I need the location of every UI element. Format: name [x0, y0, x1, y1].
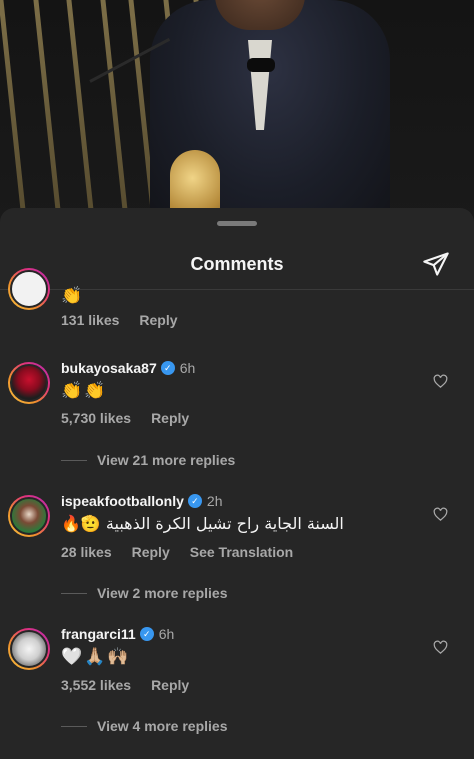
- view-replies-label: View 21 more replies: [97, 452, 236, 468]
- view-replies-button[interactable]: View 4 more replies: [61, 718, 227, 734]
- view-replies-label: View 4 more replies: [97, 718, 228, 734]
- username[interactable]: bukayosaka87: [61, 360, 157, 376]
- reply-button[interactable]: Reply: [151, 677, 189, 693]
- reply-button[interactable]: Reply: [139, 312, 177, 328]
- replies-divider: [61, 725, 87, 727]
- verified-badge-icon: ✓: [139, 627, 154, 641]
- sheet-grabber[interactable]: [217, 221, 257, 226]
- heart-outline-icon[interactable]: [433, 507, 448, 522]
- verified-badge-icon: ✓: [160, 361, 175, 375]
- avatar[interactable]: [8, 362, 50, 404]
- paper-plane-icon[interactable]: [422, 250, 450, 278]
- background-photo: [0, 0, 474, 230]
- comment-text: السنة الجاية راح تشيل الكرة الذهبية 🫡🔥: [61, 514, 344, 533]
- avatar[interactable]: [8, 268, 50, 310]
- comment-text: 🤍🙏🏼🙌🏼: [61, 647, 131, 667]
- reply-button[interactable]: Reply: [132, 544, 170, 560]
- likes-count[interactable]: 5,730 likes: [61, 410, 131, 426]
- replies-divider: [61, 592, 87, 594]
- avatar[interactable]: [8, 628, 50, 670]
- replies-divider: [61, 459, 87, 461]
- view-replies-label: View 2 more replies: [97, 585, 228, 601]
- likes-count[interactable]: 28 likes: [61, 544, 112, 560]
- timestamp: 6h: [158, 626, 175, 642]
- comments-sheet: Comments 👏 131 likes Reply bukayosaka87 …: [0, 208, 474, 759]
- comment-text: 👏👏: [61, 381, 108, 401]
- likes-count[interactable]: 3,552 likes: [61, 677, 131, 693]
- sheet-title: Comments: [190, 254, 284, 274]
- likes-count[interactable]: 131 likes: [61, 312, 119, 328]
- username[interactable]: frangarci11: [61, 626, 136, 642]
- view-replies-button[interactable]: View 2 more replies: [61, 585, 227, 601]
- verified-badge-icon: ✓: [187, 494, 202, 508]
- username[interactable]: ispeakfootballonly: [61, 493, 184, 509]
- heart-outline-icon[interactable]: [433, 374, 448, 389]
- see-translation-button[interactable]: See Translation: [190, 544, 293, 560]
- heart-outline-icon[interactable]: [433, 640, 448, 655]
- timestamp: 2h: [206, 493, 223, 509]
- reply-button[interactable]: Reply: [151, 410, 189, 426]
- avatar[interactable]: [8, 495, 50, 537]
- timestamp: 6h: [179, 360, 196, 376]
- view-replies-button[interactable]: View 21 more replies: [61, 452, 235, 468]
- comment-text: 👏: [61, 286, 85, 306]
